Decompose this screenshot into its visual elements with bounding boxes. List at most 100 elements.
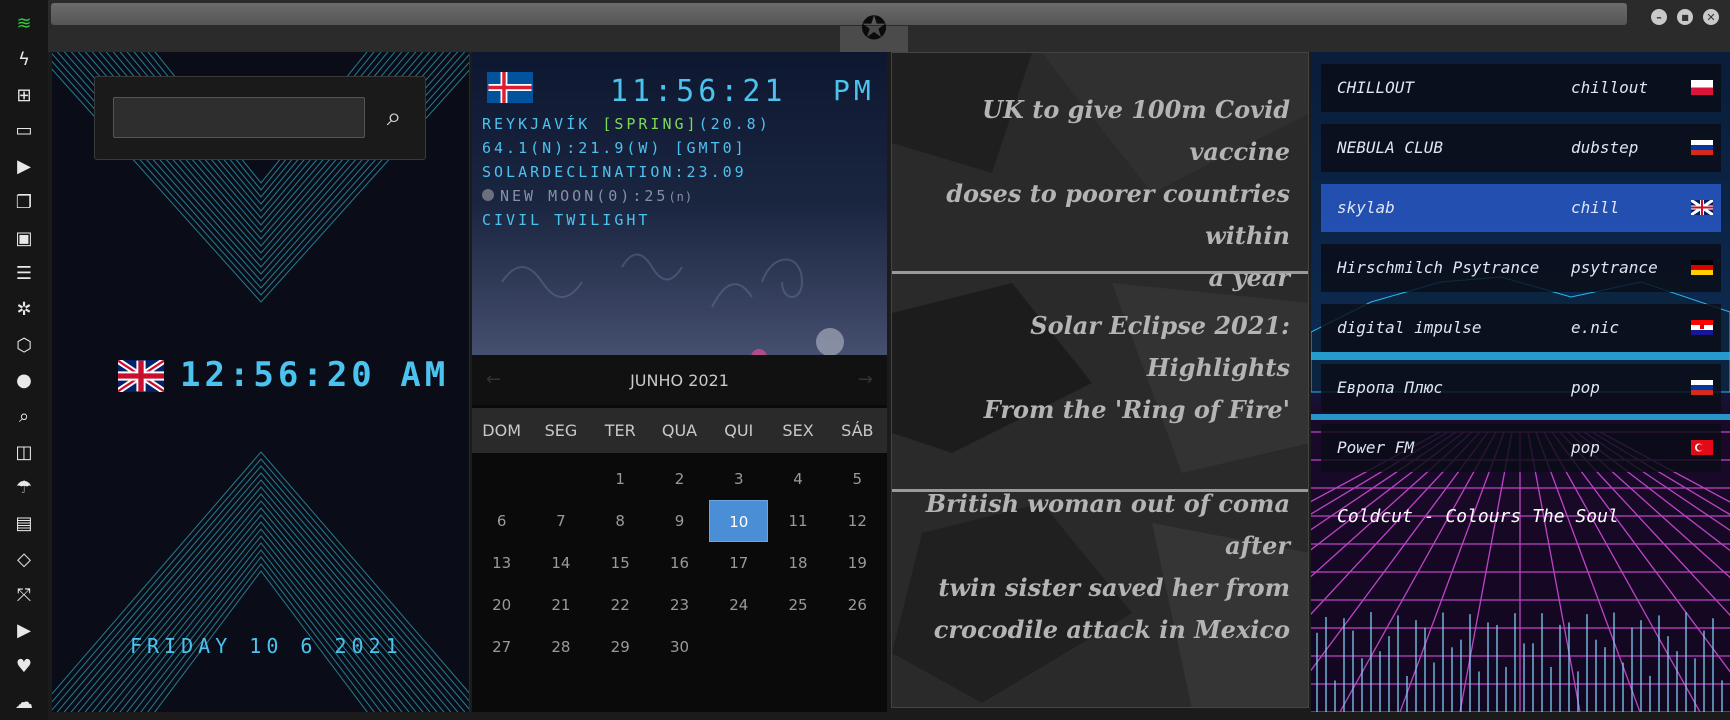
- image-icon[interactable]: ▣: [0, 220, 48, 256]
- search-button[interactable]: ⌕: [377, 99, 411, 135]
- calendar-weekday: QUA: [661, 421, 698, 440]
- radio-station[interactable]: Hirschmilch Psytrance psytrance: [1321, 244, 1721, 292]
- book-icon[interactable]: ❐: [0, 185, 48, 221]
- news-headline[interactable]: UK to give 100m Covid vaccine doses to po…: [892, 89, 1290, 299]
- moon-phase: NEW MOON(0):25(n): [482, 187, 693, 205]
- calendar-day[interactable]: 11: [768, 500, 827, 542]
- world-clock-ampm: PM: [833, 74, 875, 107]
- calendar-day[interactable]: 13: [472, 542, 531, 584]
- map-icon[interactable]: ◫: [0, 434, 48, 470]
- calendar-day[interactable]: 1: [591, 458, 650, 500]
- calendar-day[interactable]: 27: [472, 626, 531, 668]
- wifi-icon[interactable]: ≋: [0, 6, 48, 42]
- calendar-day[interactable]: 2: [650, 458, 709, 500]
- uk-flag-icon: [118, 360, 164, 392]
- news-panel: UK to give 100m Covid vaccine doses to po…: [891, 52, 1309, 708]
- maximize-button[interactable]: ■: [1677, 9, 1693, 25]
- calendar-day[interactable]: 8: [591, 500, 650, 542]
- settings-icon[interactable]: ✲: [0, 292, 48, 328]
- calendar-day[interactable]: 9: [650, 500, 709, 542]
- calendar-day[interactable]: 5: [828, 458, 887, 500]
- calendar-days: 1 2 3 4 5 6 7 8 9 10 11 12 13 14 15 16 17 18 19 20 21 22 23 24 2…: [472, 458, 887, 668]
- youtube-icon[interactable]: ▶: [0, 613, 48, 649]
- app-sidebar: ≋ ϟ ⊞ ▭ ▶ ❐ ▣ ☰ ✲ ⬡ ● ⌕ ◫ ☂ ▤ ◇ ⤧ ▶ ♥ ☁: [0, 0, 48, 720]
- calendar-day[interactable]: 23: [650, 584, 709, 626]
- calendar-day[interactable]: 18: [768, 542, 827, 584]
- close-button[interactable]: ✕: [1703, 9, 1719, 25]
- calendar-day[interactable]: 28: [531, 626, 590, 668]
- calendar-day[interactable]: 4: [768, 458, 827, 500]
- calendar-weekday: DOM: [482, 421, 521, 440]
- calendar-day[interactable]: 19: [828, 542, 887, 584]
- station-name: skylab: [1337, 198, 1395, 217]
- archive-icon[interactable]: ▭: [0, 113, 48, 149]
- rebel-alliance-logo-icon[interactable]: ✪: [850, 6, 898, 50]
- station-genre: dubstep: [1571, 138, 1639, 157]
- calendar-day[interactable]: 22: [591, 584, 650, 626]
- radio-station[interactable]: digital impulse e.nic: [1321, 304, 1721, 352]
- calendar-day[interactable]: 24: [709, 584, 768, 626]
- world-clock-calendar-panel: 11:56:21 PM REYKJAVÍK [SPRING](20.8) 64.…: [472, 52, 887, 712]
- contacts-icon[interactable]: ▤: [0, 506, 48, 542]
- calendar-day[interactable]: 26: [828, 584, 887, 626]
- calendar-day[interactable]: 7: [531, 500, 590, 542]
- calendar-next-button[interactable]: →: [858, 369, 873, 390]
- window-top-bar: ✪ – ■ ✕: [48, 0, 1730, 52]
- umbrella-icon[interactable]: ☂: [0, 470, 48, 506]
- calendar-prev-button[interactable]: ←: [486, 369, 501, 390]
- radio-station[interactable]: skylab chill: [1321, 184, 1721, 232]
- calendar-day[interactable]: 16: [650, 542, 709, 584]
- calendar-day[interactable]: 29: [591, 626, 650, 668]
- moon-phase-text: NEW MOON(0):25: [500, 187, 669, 205]
- news-headline[interactable]: British woman out of coma after twin sist…: [892, 483, 1290, 651]
- calendar-day[interactable]: 30: [650, 626, 709, 668]
- city-name: REYKJAVÍK: [482, 115, 591, 133]
- hexagon-icon[interactable]: ⬡: [0, 327, 48, 363]
- calendar-day: [768, 626, 827, 668]
- station-name: NEBULA CLUB: [1337, 138, 1443, 157]
- station-name: Европа Плюс: [1337, 378, 1443, 397]
- station-genre: chillout: [1571, 78, 1649, 97]
- local-clock: 12:56:20 AM: [180, 355, 450, 395]
- city-info: REYKJAVÍK [SPRING](20.8): [482, 115, 771, 133]
- world-clock-time: 11:56:21: [610, 74, 787, 109]
- iceland-flag-icon: [487, 72, 533, 103]
- power-icon[interactable]: ϟ: [0, 42, 48, 78]
- de-flag-icon: [1691, 260, 1713, 275]
- radio-station[interactable]: Power FM pop: [1321, 424, 1721, 472]
- news-icon[interactable]: ☰: [0, 256, 48, 292]
- calendar-day[interactable]: 20: [472, 584, 531, 626]
- minimize-button[interactable]: –: [1651, 9, 1667, 25]
- radio-station[interactable]: CHILLOUT chillout: [1321, 64, 1721, 112]
- twilight-status: CIVIL TWILIGHT: [482, 211, 651, 229]
- calendar-week-row: 13 14 15 16 17 18 19: [472, 542, 887, 584]
- calendar-day[interactable]: 15: [591, 542, 650, 584]
- tr-flag-icon: [1691, 440, 1713, 455]
- windows-icon[interactable]: ⊞: [0, 77, 48, 113]
- calendar-day[interactable]: 6: [472, 500, 531, 542]
- world-clock-area: 11:56:21 PM REYKJAVÍK [SPRING](20.8) 64.…: [472, 52, 887, 355]
- calendar-day[interactable]: 21: [531, 584, 590, 626]
- calendar-day[interactable]: 25: [768, 584, 827, 626]
- radio-station[interactable]: Европа Плюс pop: [1321, 364, 1721, 412]
- cloud-icon[interactable]: ☁: [0, 684, 48, 720]
- calendar-week-row: 20 21 22 23 24 25 26: [472, 584, 887, 626]
- station-genre: pop: [1571, 378, 1600, 397]
- window-title-bar[interactable]: [51, 3, 1627, 25]
- calendar-day-selected[interactable]: 10: [709, 500, 769, 542]
- calendar-month-title: JUNHO 2021: [630, 370, 729, 390]
- calendar-day[interactable]: 17: [709, 542, 768, 584]
- heart-icon[interactable]: ♥: [0, 649, 48, 685]
- coordinates: 64.1(N):21.9(W) [GMT0]: [482, 139, 747, 157]
- radio-station[interactable]: NEBULA CLUB dubstep: [1321, 124, 1721, 172]
- play-icon[interactable]: ▶: [0, 149, 48, 185]
- search-input[interactable]: [113, 97, 365, 138]
- globe-icon[interactable]: ●: [0, 363, 48, 399]
- calendar-day[interactable]: 14: [531, 542, 590, 584]
- code-icon[interactable]: ◇: [0, 542, 48, 578]
- news-headline[interactable]: Solar Eclipse 2021: Highlights From the '…: [892, 305, 1290, 431]
- calendar-day[interactable]: 12: [828, 500, 887, 542]
- search-icon[interactable]: ⌕: [0, 399, 48, 435]
- fullscreen-icon[interactable]: ⤧: [0, 577, 48, 613]
- calendar-day[interactable]: 3: [709, 458, 768, 500]
